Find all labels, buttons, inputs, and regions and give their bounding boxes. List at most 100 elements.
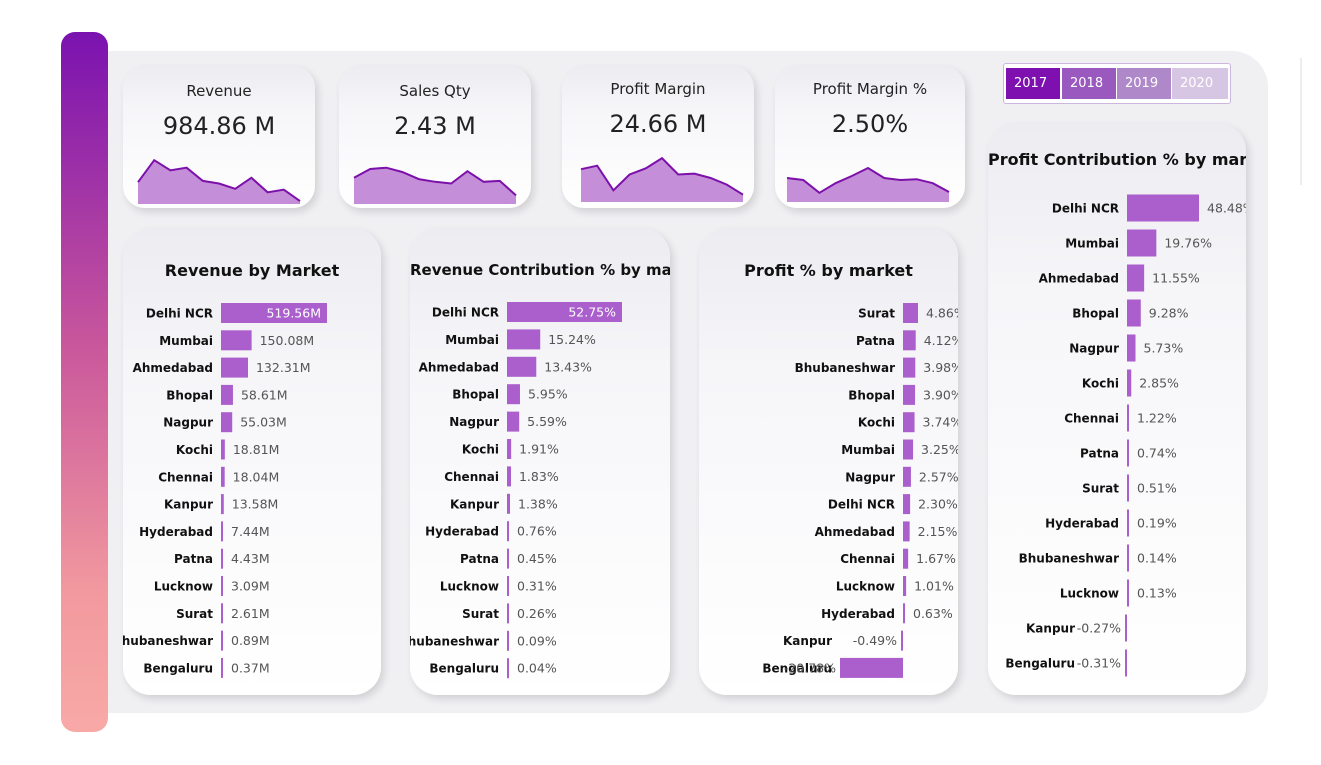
value-label: 1.01%	[914, 579, 954, 594]
bar[interactable]	[221, 330, 252, 351]
bar[interactable]	[1127, 194, 1199, 222]
bar[interactable]	[903, 303, 918, 323]
year-2018-tile[interactable]: 2018	[1062, 68, 1116, 99]
bar[interactable]	[221, 603, 223, 624]
value-label: 3.09M	[231, 579, 270, 594]
bar[interactable]	[221, 384, 233, 405]
category-label: Delhi NCR	[1052, 202, 1119, 216]
bar[interactable]	[221, 630, 223, 651]
category-label: Mumbai	[841, 443, 895, 457]
bar[interactable]	[221, 521, 223, 542]
bar[interactable]	[221, 466, 225, 487]
bar[interactable]	[507, 329, 541, 350]
bar[interactable]	[1127, 544, 1129, 572]
value-label: 0.89M	[231, 633, 270, 648]
bar[interactable]	[903, 439, 914, 460]
bar[interactable]	[221, 548, 223, 569]
bar[interactable]	[221, 357, 248, 378]
bar[interactable]	[903, 548, 909, 569]
bar[interactable]	[507, 576, 509, 596]
value-label: 0.51%	[1137, 481, 1177, 496]
bar[interactable]	[903, 384, 916, 405]
bar[interactable]	[1127, 579, 1129, 607]
sidebar	[61, 32, 108, 732]
bar[interactable]	[903, 357, 916, 378]
value-label: -20.78%	[784, 660, 836, 675]
bar[interactable]	[903, 330, 916, 351]
value-label: 55.03M	[240, 415, 287, 430]
value-label: 519.56M	[266, 306, 321, 321]
bar[interactable]	[1125, 649, 1127, 677]
value-label: 48.48%	[1207, 201, 1246, 216]
bar[interactable]	[903, 603, 905, 624]
bar[interactable]	[221, 576, 223, 596]
value-label: -0.31%	[1077, 656, 1121, 671]
bar[interactable]	[903, 576, 907, 596]
category-label: Bhubaneshwar	[410, 634, 499, 648]
value-label: 13.58M	[232, 497, 279, 512]
kpi-title: Profit Margin	[610, 80, 706, 98]
year-2020-tile[interactable]: 2020	[1172, 68, 1228, 99]
bar[interactable]	[507, 630, 509, 651]
value-label: 0.76%	[517, 524, 557, 539]
bar[interactable]	[507, 466, 511, 487]
value-label: -0.27%	[1077, 621, 1121, 636]
value-label: 2.85%	[1139, 376, 1179, 391]
bar[interactable]	[221, 494, 224, 515]
category-label: Bengaluru	[143, 661, 213, 675]
bar[interactable]	[221, 657, 223, 678]
category-label: Bhopal	[848, 388, 895, 402]
bar[interactable]	[1127, 474, 1129, 502]
category-label: Chennai	[1064, 412, 1119, 426]
value-label: 19.76%	[1164, 236, 1212, 251]
bar[interactable]	[903, 494, 911, 515]
bar[interactable]	[1125, 614, 1127, 642]
bar[interactable]	[1127, 369, 1132, 397]
year-2019-tile[interactable]: 2019	[1117, 68, 1171, 99]
bar[interactable]	[1127, 299, 1141, 327]
bar[interactable]	[221, 439, 225, 460]
value-label: 2.61M	[231, 606, 270, 621]
category-label: Chennai	[840, 552, 895, 566]
bar[interactable]	[1127, 264, 1145, 292]
bar[interactable]	[1127, 509, 1129, 537]
bar[interactable]	[1127, 439, 1129, 467]
bar[interactable]	[507, 521, 509, 542]
bar[interactable]	[507, 356, 537, 377]
bar[interactable]	[507, 603, 509, 624]
bar[interactable]	[507, 411, 520, 432]
bar[interactable]	[507, 548, 509, 569]
bar[interactable]	[840, 657, 903, 678]
bar[interactable]	[507, 658, 509, 679]
value-label: 1.83%	[519, 469, 559, 484]
category-label: Mumbai	[1065, 237, 1119, 251]
bar[interactable]	[1127, 229, 1157, 257]
category-label: Mumbai	[445, 333, 499, 347]
category-label: Delhi NCR	[828, 498, 895, 512]
year-slicer: 2017 2018 2019 2020	[1003, 63, 1231, 104]
bar[interactable]	[507, 384, 520, 405]
category-label: Kanpur	[1026, 622, 1075, 636]
category-label: Nagpur	[845, 470, 895, 484]
value-label: 0.13%	[1137, 586, 1177, 601]
value-label: 0.26%	[517, 606, 557, 621]
kpi-sparkline	[786, 166, 950, 202]
category-label: Hyderabad	[139, 525, 213, 539]
bar[interactable]	[1127, 334, 1136, 362]
bar[interactable]	[221, 412, 233, 433]
bar[interactable]	[507, 493, 511, 514]
year-2017-tile[interactable]: 2017	[1006, 68, 1060, 99]
category-label: Surat	[176, 607, 213, 621]
value-label: 7.44M	[231, 524, 270, 539]
bar[interactable]	[903, 466, 911, 487]
bar[interactable]	[903, 521, 910, 542]
category-label: Lucknow	[836, 580, 895, 594]
bar[interactable]	[1127, 404, 1129, 432]
value-label: 0.04%	[517, 661, 557, 676]
category-label: Bhopal	[1072, 307, 1119, 321]
bar[interactable]	[901, 630, 903, 651]
bar[interactable]	[903, 412, 915, 433]
bar[interactable]	[507, 439, 512, 459]
category-label: Chennai	[444, 470, 499, 484]
kpi-sparkline	[137, 158, 301, 204]
